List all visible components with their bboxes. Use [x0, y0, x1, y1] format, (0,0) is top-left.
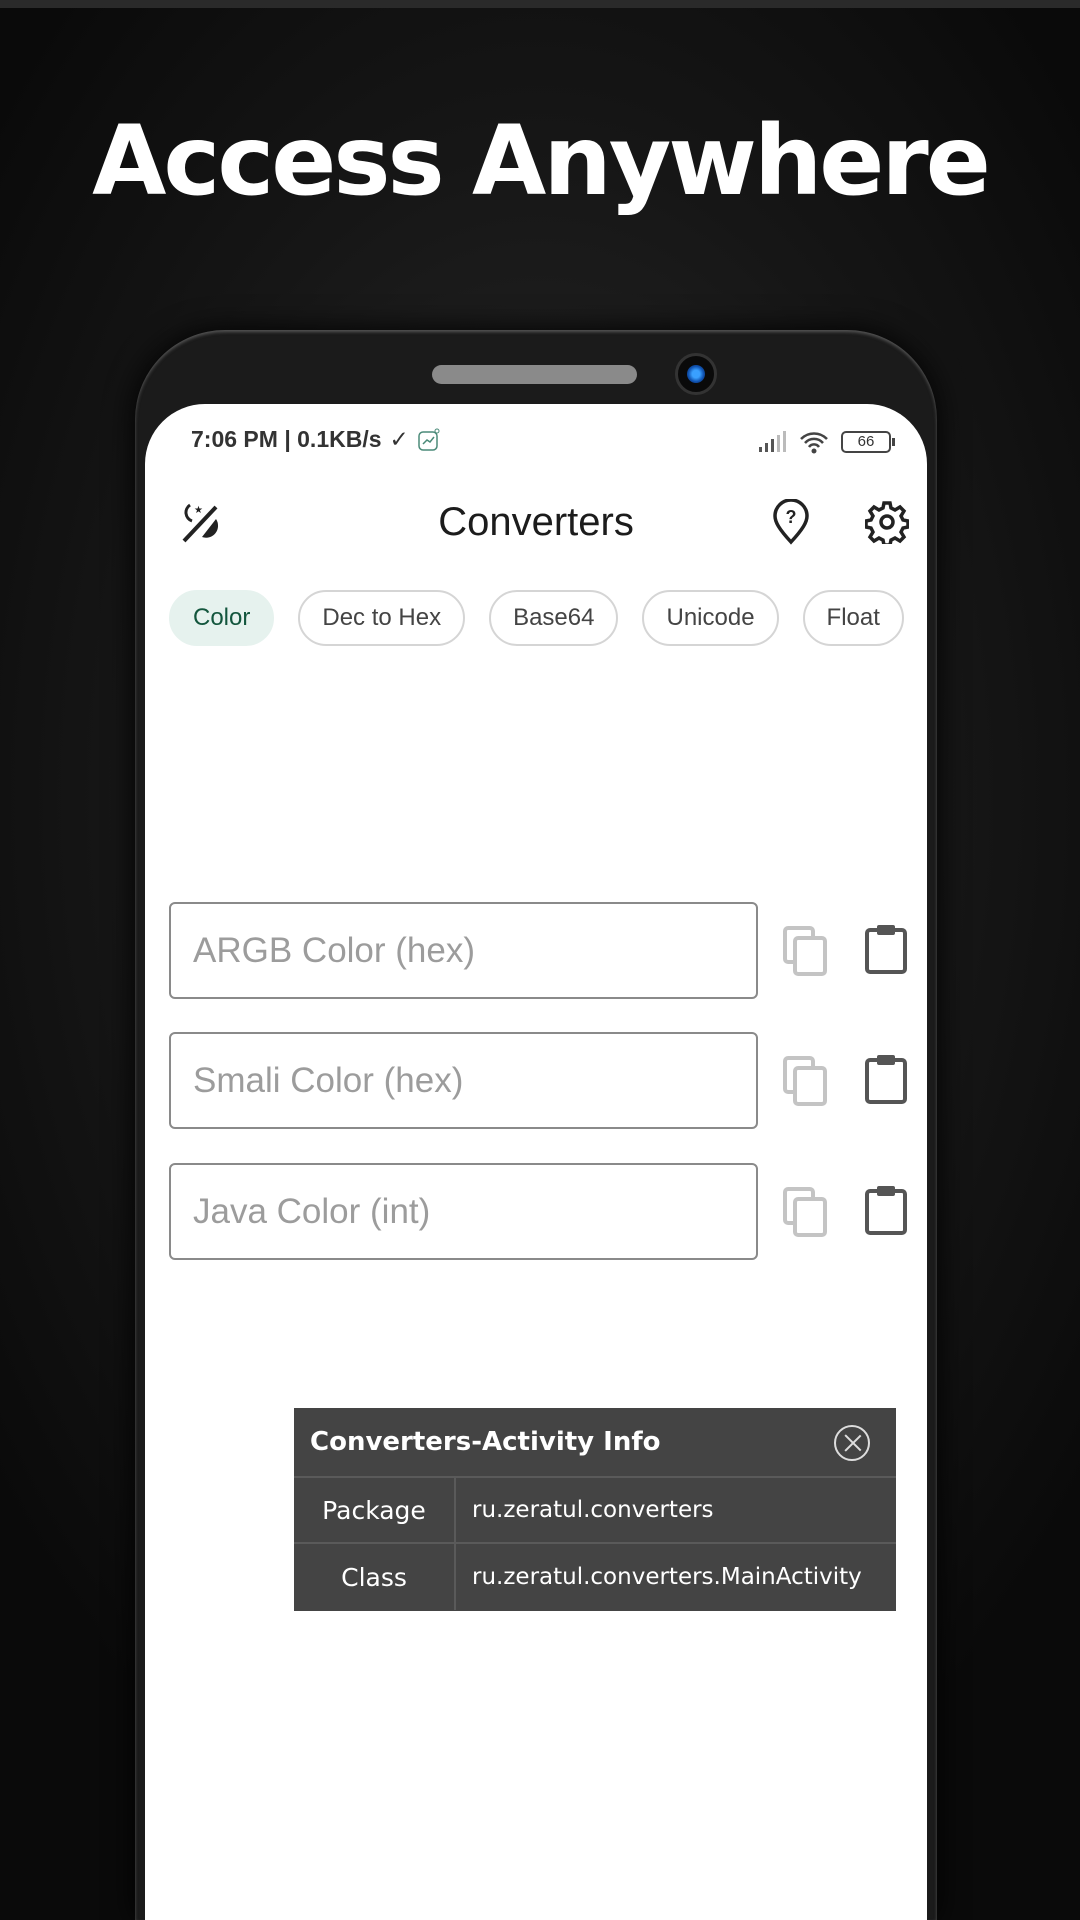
status-time: 7:06 PM | 0.1KB/s — [191, 426, 382, 452]
row-key: Package — [294, 1478, 456, 1542]
signal-icon — [759, 431, 786, 452]
help-button[interactable]: ? — [765, 496, 817, 548]
wifi-icon — [800, 432, 828, 454]
row-value: ru.zeratul.converters.MainActivity — [472, 1564, 862, 1590]
copy-icon[interactable] — [781, 1185, 831, 1239]
tab-unicode[interactable]: Unicode — [642, 590, 779, 646]
tab-color[interactable]: Color — [169, 590, 275, 646]
promo-headline: Access Anywhere — [92, 105, 991, 217]
java-color-input[interactable]: Java Color (int) — [169, 1163, 758, 1260]
settings-button[interactable] — [861, 496, 913, 548]
camera-icon — [675, 353, 717, 395]
copy-icon[interactable] — [781, 924, 831, 978]
smali-color-input[interactable]: Smali Color (hex) — [169, 1032, 758, 1129]
help-location-icon: ? — [773, 499, 809, 545]
row-value: ru.zeratul.converters — [472, 1497, 714, 1523]
copy-icon[interactable] — [781, 1054, 831, 1108]
paste-icon[interactable] — [862, 1183, 912, 1237]
paste-icon[interactable] — [862, 1052, 912, 1106]
svg-text:?: ? — [786, 507, 797, 527]
row-key: Class — [294, 1544, 456, 1610]
tab-float[interactable]: Float — [802, 590, 904, 646]
gear-icon — [865, 501, 909, 544]
argb-color-input[interactable]: ARGB Color (hex) — [169, 902, 758, 999]
table-row: Package ru.zeratul.converters — [294, 1478, 896, 1544]
close-icon[interactable] — [834, 1425, 870, 1461]
phone-screen: 7:06 PM | 0.1KB/s ✓ 66 ★ Converters ? Co… — [145, 404, 927, 1920]
battery-indicator: 66 — [841, 431, 895, 453]
top-band — [0, 0, 1080, 8]
tab-dec-to-hex[interactable]: Dec to Hex — [298, 590, 466, 646]
paste-icon[interactable] — [862, 922, 912, 976]
speaker-grille — [432, 365, 637, 384]
tab-base64[interactable]: Base64 — [489, 590, 619, 646]
status-bar-right: 66 — [757, 430, 895, 454]
check-icon: ✓ — [389, 426, 409, 452]
activity-info-popup: Converters-Activity Info Package ru.zera… — [294, 1408, 896, 1611]
status-bar-left: 7:06 PM | 0.1KB/s ✓ — [191, 426, 441, 453]
table-row: Class ru.zeratul.converters.MainActivity — [294, 1544, 896, 1610]
activity-icon — [418, 428, 440, 451]
converter-tabs: Color Dec to Hex Base64 Unicode Float — [169, 590, 904, 646]
popup-title: Converters-Activity Info — [310, 1427, 661, 1457]
popup-header: Converters-Activity Info — [294, 1408, 896, 1478]
